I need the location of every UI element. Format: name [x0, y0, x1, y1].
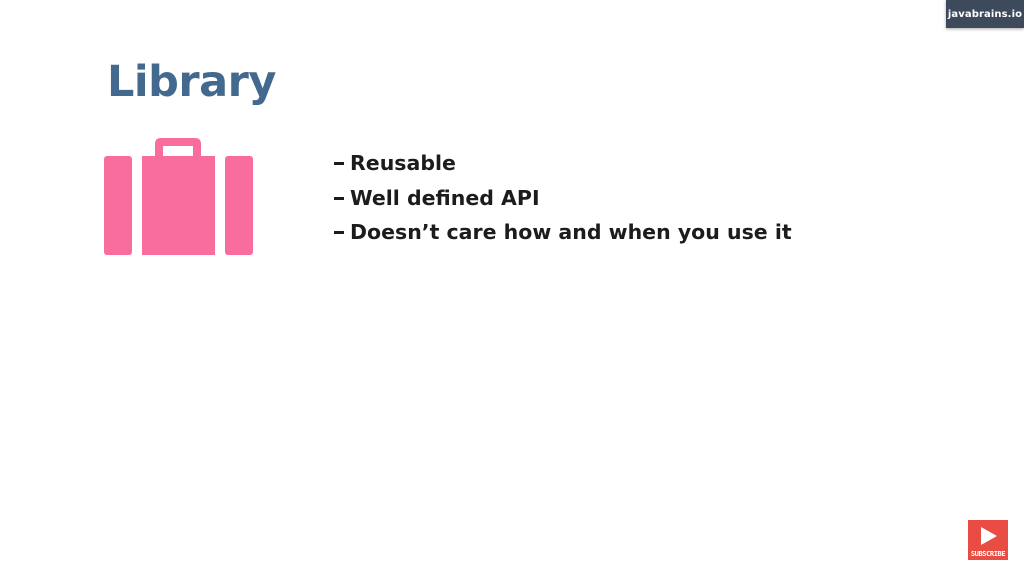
brand-badge: javabrains.io	[946, 0, 1024, 28]
dash-marker	[334, 231, 344, 235]
bullet-item: Well defined API	[334, 181, 792, 216]
dash-marker	[334, 196, 344, 200]
bullet-item: Doesn’t care how and when you use it	[334, 215, 792, 250]
subscribe-label: SUBSCRIBE	[970, 550, 1006, 558]
subscribe-button[interactable]: SUBSCRIBE	[968, 520, 1008, 560]
bullet-text: Reusable	[350, 151, 456, 176]
bullet-text: Well defined API	[350, 185, 540, 210]
bullet-list: Reusable Well defined API Doesn’t care h…	[334, 146, 792, 250]
brand-label: javabrains.io	[947, 8, 1023, 20]
slide-title: Library	[107, 57, 276, 107]
bullet-item: Reusable	[334, 146, 792, 181]
play-icon	[981, 527, 997, 545]
dash-marker	[334, 162, 344, 166]
briefcase-icon	[104, 138, 253, 255]
bullet-text: Doesn’t care how and when you use it	[350, 220, 792, 245]
